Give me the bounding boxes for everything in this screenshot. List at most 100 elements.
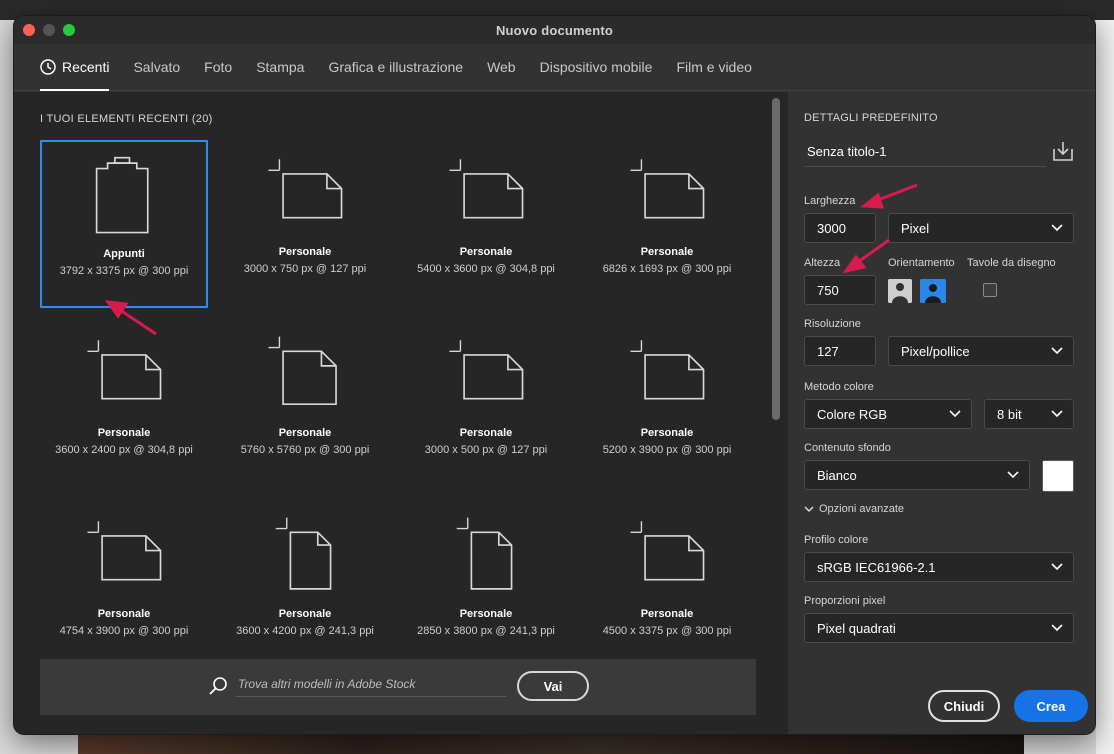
- background-label: Contenuto sfondo: [804, 442, 891, 454]
- clipboard-icon: [95, 156, 149, 234]
- advanced-options-toggle[interactable]: Opzioni avanzate: [804, 503, 904, 515]
- recent-preset-card[interactable]: Personale 4500 x 3375 px @ 300 ppi: [583, 502, 751, 670]
- advanced-options-label: Opzioni avanzate: [819, 503, 904, 515]
- recent-preset-card[interactable]: Personale 3000 x 500 px @ 127 ppi: [402, 321, 570, 489]
- width-unit-select[interactable]: Pixel: [888, 213, 1074, 243]
- recent-preset-card[interactable]: Personale 4754 x 3900 px @ 300 ppi: [40, 502, 208, 670]
- width-input[interactable]: 3000: [804, 213, 876, 243]
- select-value: Pixel: [901, 220, 930, 236]
- document-landscape-icon: [630, 159, 705, 219]
- section-title: I TUOI ELEMENTI RECENTI (20): [40, 113, 213, 125]
- preset-card-dimensions: 5400 x 3600 px @ 304,8 ppi: [417, 263, 555, 275]
- save-preset-icon[interactable]: [1051, 139, 1075, 163]
- preset-card-dimensions: 3600 x 2400 px @ 304,8 ppi: [55, 444, 193, 456]
- document-landscape-icon: [87, 521, 162, 581]
- pixel-aspect-select[interactable]: Pixel quadrati: [804, 613, 1074, 643]
- color-profile-label: Profilo colore: [804, 534, 869, 546]
- landscape-orientation-button[interactable]: [920, 279, 946, 303]
- tab-film-video[interactable]: Film e video: [676, 44, 751, 91]
- recent-preset-card[interactable]: Personale 5200 x 3900 px @ 300 ppi: [583, 321, 751, 489]
- chevron-down-icon: [1051, 347, 1063, 355]
- preset-card-dimensions: 5760 x 5760 px @ 300 ppi: [240, 444, 370, 456]
- preset-card-dimensions: 6826 x 1693 px @ 300 ppi: [602, 263, 732, 275]
- preset-card-dimensions: 5200 x 3900 px @ 300 ppi: [602, 444, 732, 456]
- recent-preset-card[interactable]: Personale 3000 x 750 px @ 127 ppi: [221, 140, 389, 308]
- tab-dispositivo-mobile[interactable]: Dispositivo mobile: [540, 44, 653, 91]
- document-square-icon: [268, 336, 337, 406]
- tab-salvato[interactable]: Salvato: [133, 44, 180, 91]
- recent-preset-card[interactable]: Personale 3600 x 4200 px @ 241,3 ppi: [221, 502, 389, 670]
- tab-label: Foto: [204, 59, 233, 75]
- vai-button[interactable]: Vai: [517, 671, 589, 701]
- document-landscape-icon: [449, 340, 524, 400]
- artboards-label: Tavole da disegno: [967, 257, 1056, 269]
- recent-presets-panel: I TUOI ELEMENTI RECENTI (20) Appunti 3792…: [14, 92, 788, 734]
- tab-foto[interactable]: Foto: [204, 44, 232, 91]
- chevron-down-icon: [804, 505, 814, 512]
- search-icon: [209, 677, 227, 695]
- preset-card-name: Personale: [459, 608, 513, 620]
- preset-card-dimensions: 3000 x 750 px @ 127 ppi: [243, 263, 367, 275]
- background-select[interactable]: Bianco: [804, 460, 1030, 490]
- preset-card-name: Personale: [278, 608, 332, 620]
- minimize-window-button[interactable]: [43, 24, 55, 36]
- portrait-orientation-button[interactable]: [888, 279, 912, 303]
- select-value: Pixel quadrati: [817, 620, 896, 636]
- details-title: DETTAGLI PREDEFINITO: [804, 112, 938, 124]
- zoom-window-button[interactable]: [63, 24, 75, 36]
- select-value: 8 bit: [997, 406, 1022, 422]
- tab-label: Salvato: [133, 59, 181, 75]
- title-bar: Nuovo documento: [14, 16, 1095, 44]
- preset-card-name: Personale: [97, 427, 151, 439]
- preset-card-name: Personale: [459, 427, 513, 439]
- create-button[interactable]: Crea: [1014, 690, 1088, 722]
- resolution-label: Risoluzione: [804, 318, 861, 330]
- background-color-swatch[interactable]: [1042, 460, 1074, 492]
- artboards-checkbox[interactable]: [983, 283, 997, 297]
- recent-preset-card[interactable]: Personale 2850 x 3800 px @ 241,3 ppi: [402, 502, 570, 670]
- category-tabs: Recenti Salvato Foto Stampa Grafica e il…: [14, 44, 1095, 91]
- height-input[interactable]: 750: [804, 275, 876, 305]
- color-mode-select[interactable]: Colore RGB: [804, 399, 972, 429]
- close-window-button[interactable]: [23, 24, 35, 36]
- height-label: Altezza: [804, 257, 841, 269]
- preset-card-name: Appunti: [103, 248, 145, 260]
- tab-label: Dispositivo mobile: [539, 59, 653, 75]
- preset-name-field[interactable]: Senza titolo-1: [804, 139, 1046, 167]
- chevron-down-icon: [1007, 471, 1019, 479]
- desktop-right-strip: [1096, 20, 1114, 754]
- window-title: Nuovo documento: [495, 22, 614, 38]
- preset-details-panel: DETTAGLI PREDEFINITO Senza titolo-1 Larg…: [788, 92, 1095, 734]
- chevron-down-icon: [1051, 624, 1063, 632]
- recent-preset-card[interactable]: Appunti 3792 x 3375 px @ 300 ppi: [40, 140, 208, 308]
- chevron-down-icon: [1051, 563, 1063, 571]
- preset-card-dimensions: 3792 x 3375 px @ 300 ppi: [59, 265, 189, 277]
- preset-card-dimensions: 3000 x 500 px @ 127 ppi: [424, 444, 548, 456]
- recent-preset-card[interactable]: Personale 6826 x 1693 px @ 300 ppi: [583, 140, 751, 308]
- close-button[interactable]: Chiudi: [928, 690, 1000, 722]
- tab-label: Film e video: [676, 59, 752, 75]
- tab-recenti[interactable]: Recenti: [40, 44, 110, 91]
- select-value: Pixel/pollice: [901, 343, 970, 359]
- color-profile-select[interactable]: sRGB IEC61966-2.1: [804, 552, 1074, 582]
- resolution-unit-select[interactable]: Pixel/pollice: [888, 336, 1074, 366]
- scrollbar[interactable]: [772, 98, 780, 420]
- select-value: sRGB IEC61966-2.1: [817, 559, 936, 575]
- bit-depth-select[interactable]: 8 bit: [984, 399, 1074, 429]
- preset-card-dimensions: 4754 x 3900 px @ 300 ppi: [59, 625, 189, 637]
- preset-card-name: Personale: [640, 427, 694, 439]
- tab-stampa[interactable]: Stampa: [256, 44, 304, 91]
- recent-preset-card[interactable]: Personale 5400 x 3600 px @ 304,8 ppi: [402, 140, 570, 308]
- chevron-down-icon: [1051, 224, 1063, 232]
- document-landscape-icon: [630, 340, 705, 400]
- resolution-input[interactable]: 127: [804, 336, 876, 366]
- recent-preset-card[interactable]: Personale 5760 x 5760 px @ 300 ppi: [221, 321, 389, 489]
- tab-grafica-illustrazione[interactable]: Grafica e illustrazione: [328, 44, 463, 91]
- new-document-dialog: Nuovo documento Recenti Salvato Foto Sta…: [14, 16, 1095, 734]
- select-value: Bianco: [817, 467, 857, 483]
- window-controls: [23, 24, 75, 36]
- tab-web[interactable]: Web: [487, 44, 516, 91]
- tab-label: Recenti: [62, 59, 110, 75]
- recent-preset-card[interactable]: Personale 3600 x 2400 px @ 304,8 ppi: [40, 321, 208, 489]
- stock-search-input[interactable]: [236, 671, 506, 697]
